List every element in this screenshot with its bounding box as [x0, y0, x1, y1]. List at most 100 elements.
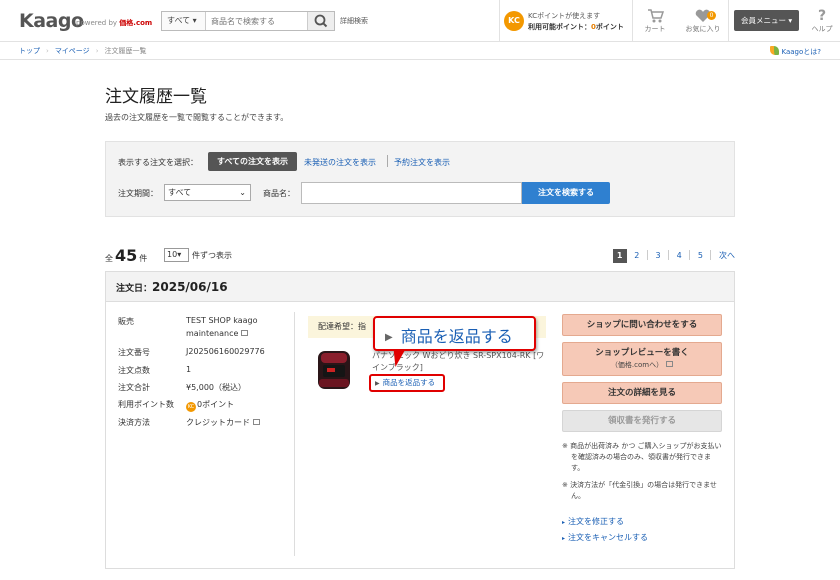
breadcrumb-separator: › [46, 47, 49, 55]
product-name-input[interactable] [301, 182, 522, 204]
cancel-order-link[interactable]: ▸ 注文をキャンセルする [562, 532, 648, 543]
triangle-right-icon: ▸ [562, 535, 566, 542]
chevron-down-icon: ▾ [177, 250, 182, 259]
total-prefix: 全 [105, 254, 113, 263]
favorites-count-badge: 0 [707, 11, 716, 20]
header-divider [632, 0, 633, 42]
return-product-link[interactable]: ▶ 商品を返品する [369, 374, 445, 392]
per-page-select[interactable]: 10▾ [164, 248, 189, 262]
about-kaago-label: Kaagoとは? [781, 48, 822, 56]
period-select-value: すべて [168, 188, 192, 197]
return-callout: ▶ 商品を返品する [373, 316, 536, 351]
help-label: ヘルプ [811, 25, 833, 33]
receipt-note-1: ※ 商品が出荷済み かつ ご購入ショップがお支払いを確認済みの場合のみ、領収書が… [562, 442, 722, 472]
favorites-button[interactable]: 0 お気に入り [683, 8, 723, 34]
kc-balance-label: 利用可能ポイント： [528, 23, 591, 31]
powered-by-text: powered by [76, 19, 118, 27]
tab-divider [387, 155, 388, 167]
tab-unshipped-orders[interactable]: 未発送の注文を表示 [304, 157, 376, 168]
total-suffix: 件 [139, 254, 148, 263]
order-number-label: 注文番号 [118, 348, 150, 357]
header-divider [728, 0, 729, 42]
kaago-logo[interactable]: Kaago [19, 10, 84, 32]
member-menu-button[interactable]: 会員メニュー ▾ [734, 10, 799, 31]
kc-point-notice: KCポイントが使えます [528, 12, 601, 20]
breadcrumb-mypage[interactable]: マイページ [55, 47, 90, 55]
about-kaago-link[interactable]: Kaagoとは? [769, 46, 822, 57]
page-separator [710, 250, 712, 260]
page-2[interactable]: 2 [634, 251, 639, 260]
kc-point-balance: 利用可能ポイント：0ポイント [528, 22, 624, 32]
search-orders-button[interactable]: 注文を検索する [522, 182, 610, 204]
seller-link-line2[interactable]: maintenance [186, 329, 249, 338]
period-label: 注文期間： [118, 189, 158, 198]
chevron-down-icon: ⌄ [239, 188, 246, 197]
used-points-text: 0ポイント [197, 400, 235, 409]
tab-all-orders[interactable]: すべての注文を表示 [208, 152, 297, 171]
page-4[interactable]: 4 [677, 251, 682, 260]
seller-name-2: maintenance [186, 329, 239, 338]
page-separator [689, 250, 691, 260]
pagination: 1 2 3 4 5 次へ [608, 249, 735, 263]
seller-link[interactable]: TEST SHOP kaago [186, 316, 257, 325]
beginner-mark-icon [769, 46, 779, 55]
order-total-label: 注文合計 [118, 383, 150, 392]
search-input[interactable] [207, 12, 307, 30]
return-product-label: 商品を返品する [382, 378, 436, 387]
order-number-value: J202506160029776 [186, 347, 265, 356]
triangle-right-icon: ▸ [562, 519, 566, 526]
breadcrumb-bar: トップ › マイページ › 注文履歴一覧 Kaagoとは? [0, 42, 840, 60]
kc-point-icon: KC [504, 11, 524, 31]
tab-preorders[interactable]: 予約注文を表示 [394, 157, 450, 168]
external-link-icon [666, 361, 674, 367]
breadcrumb-current: 注文履歴一覧 [104, 47, 147, 55]
member-menu-label: 会員メニュー [741, 16, 786, 25]
search-category-value: すべて [167, 16, 191, 25]
cancel-order-label: 注文をキャンセルする [568, 533, 649, 542]
cart-button[interactable]: カート [635, 8, 675, 34]
help-icon: ? [817, 8, 827, 24]
kakaku-brand: 価格.com [119, 19, 153, 27]
issue-receipt-button: 領収書を発行する [562, 410, 722, 432]
triangle-right-icon: ▶ [375, 380, 380, 387]
order-date-label: 注文日： [116, 284, 153, 294]
order-date-value: 2025/06/16 [152, 280, 228, 294]
cart-label: カート [644, 25, 666, 33]
search-button[interactable] [307, 12, 334, 30]
used-points-value: KC 0ポイント [186, 399, 234, 412]
period-select[interactable]: すべて ⌄ [164, 184, 251, 201]
review-sub-label: （価格.comへ） [563, 359, 721, 371]
used-points-label: 利用ポイント数 [118, 400, 174, 409]
detail-search-link[interactable]: 詳細検索 [340, 16, 368, 26]
site-header: Kaago powered by 価格.com すべて ▾ 詳細検索 KC KC… [0, 0, 840, 42]
per-page-label: 件ずつ表示 [192, 251, 232, 260]
page-next[interactable]: 次へ [719, 250, 735, 261]
payment-method-link[interactable]: クレジットカード [186, 417, 260, 428]
external-link-icon [241, 330, 249, 336]
product-image[interactable] [313, 347, 355, 393]
order-count-value: 1 [186, 365, 192, 374]
cart-icon [648, 9, 665, 23]
order-total-value: ¥5,000（税込） [186, 383, 246, 392]
search-icon [314, 14, 328, 28]
review-sub-text: （価格.comへ） [610, 361, 664, 369]
order-detail-button[interactable]: 注文の詳細を見る [562, 382, 722, 404]
return-callout-label: 商品を返品する [400, 327, 513, 346]
search-category-select[interactable]: すべて ▾ [162, 12, 206, 30]
order-total-count: 全 45 件 [105, 246, 147, 265]
write-shop-review-button[interactable]: ショップレビューを書く （価格.comへ） [562, 342, 722, 376]
header-search: すべて ▾ [161, 11, 335, 31]
product-name-label: 商品名： [263, 189, 295, 198]
breadcrumb-top[interactable]: トップ [19, 47, 40, 55]
page-5[interactable]: 5 [698, 251, 703, 260]
order-count-label: 注文点数 [118, 366, 150, 375]
page-3[interactable]: 3 [655, 251, 660, 260]
triangle-right-icon: ▶ [385, 332, 393, 343]
payment-method-text: クレジットカード [186, 418, 250, 427]
return-callout-text: ▶ 商品を返品する [385, 323, 513, 347]
per-page-value: 10 [167, 250, 178, 259]
modify-order-link[interactable]: ▸ 注文を修正する [562, 516, 624, 527]
help-button[interactable]: ? ヘルプ [802, 8, 840, 34]
receipt-note-2: ※ 決済方法が「代金引換」の場合は発行できません。 [562, 481, 717, 500]
contact-shop-button[interactable]: ショップに問い合わせをする [562, 314, 722, 336]
